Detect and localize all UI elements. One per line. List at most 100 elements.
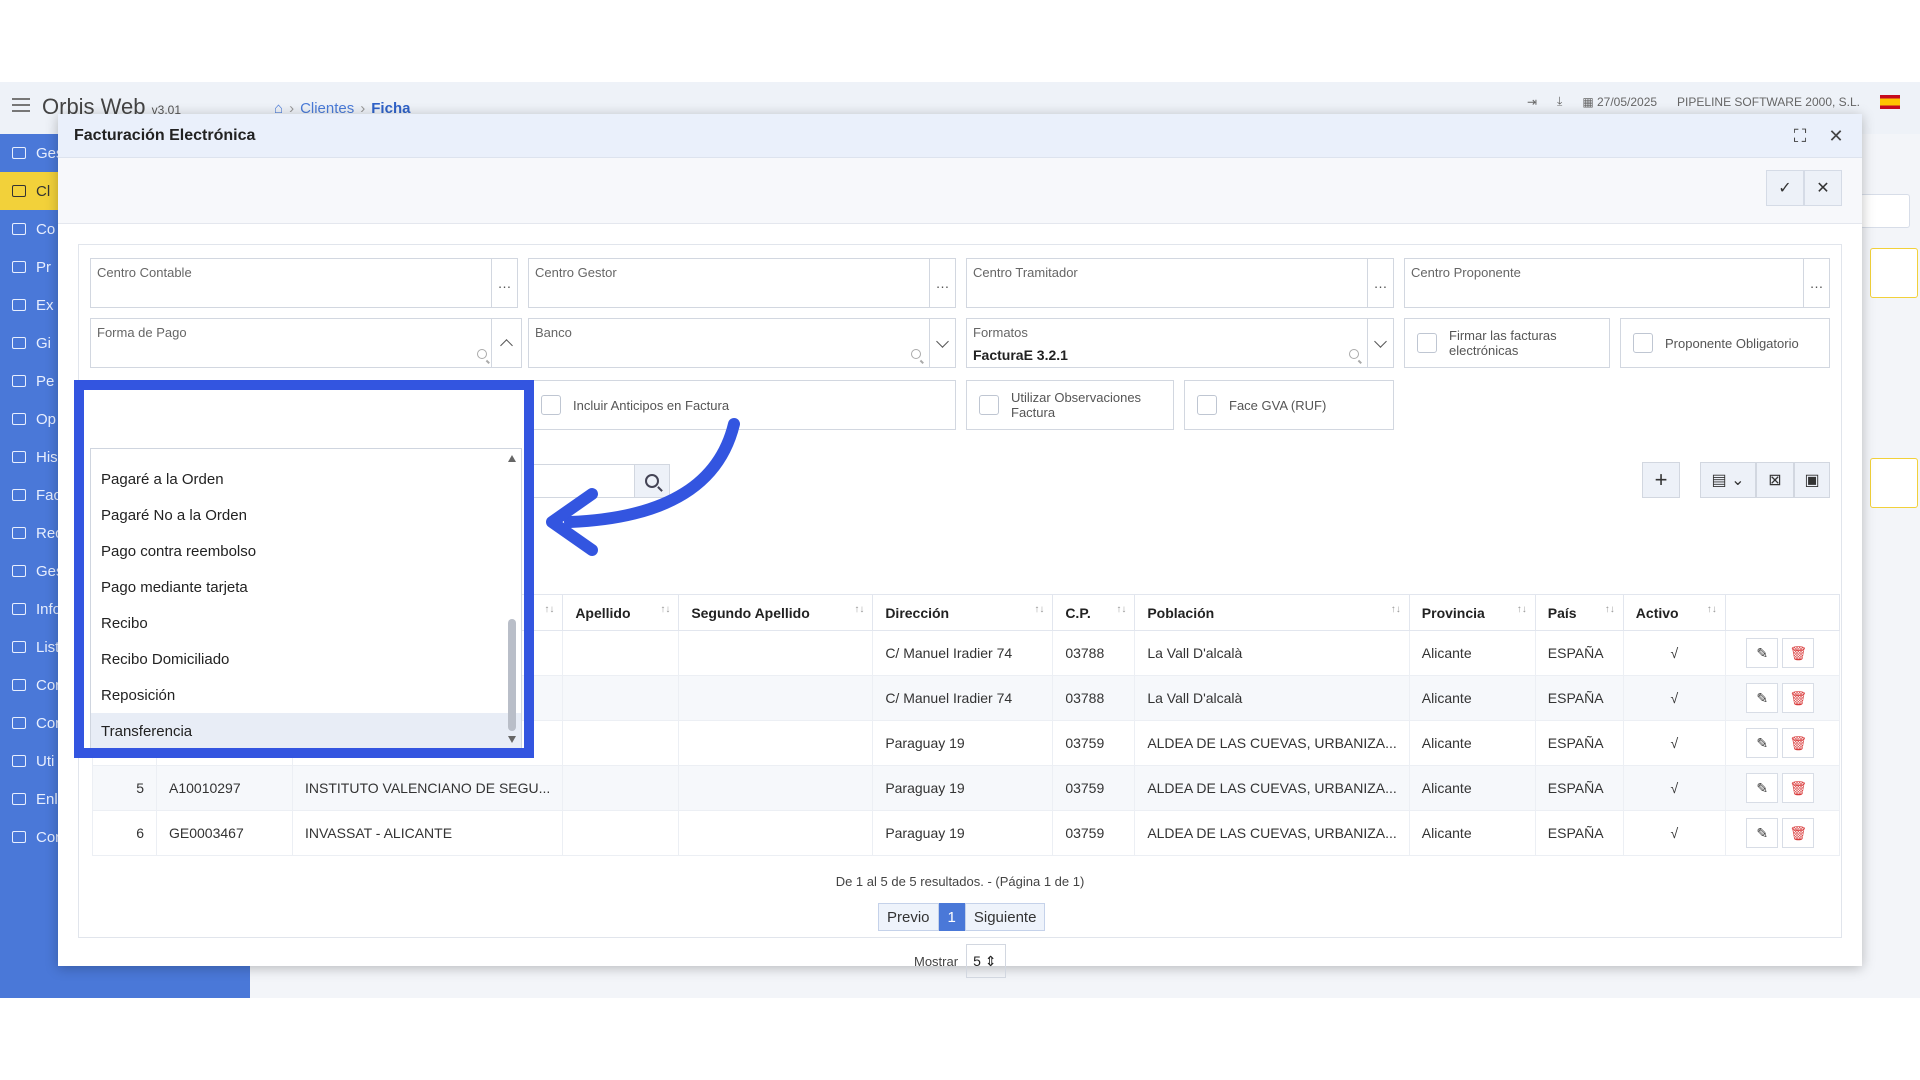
updown-icon: ⇕ <box>984 952 997 969</box>
more-icon[interactable]: … <box>1367 259 1393 307</box>
table-cell <box>678 810 874 856</box>
dropdown-option[interactable]: Transferencia <box>91 713 521 749</box>
sidebar-item-label: Uti <box>36 752 55 770</box>
sort-icon[interactable]: ↑↓ <box>544 604 554 615</box>
maximize-icon[interactable]: ⛶ <box>1788 124 1812 148</box>
sidebar-item-label: Ex <box>36 296 54 314</box>
edit-icon[interactable]: ✎ <box>1746 683 1779 713</box>
columns-button[interactable]: ▤ ⌄ <box>1700 462 1756 498</box>
edit-icon[interactable]: ✎ <box>1746 638 1779 668</box>
sort-icon[interactable]: ↑↓ <box>1517 604 1527 615</box>
chevron-up-icon[interactable] <box>491 319 521 367</box>
export-pdf-button[interactable]: ▣ <box>1794 462 1830 498</box>
table-row[interactable]: 6 GE0003467 INVASSAT - ALICANTE Paraguay 19… <box>92 810 1840 856</box>
export-excel-button[interactable]: ⊠ <box>1756 462 1794 498</box>
table-search-input[interactable] <box>528 464 636 498</box>
centro-tramitador-field[interactable]: Centro Tramitador … <box>966 258 1394 308</box>
prev-page-button[interactable]: Previo <box>878 903 939 931</box>
firmar-checkbox-field[interactable]: Firmar las facturas electrónicas <box>1404 318 1610 368</box>
close-icon[interactable]: ✕ <box>1824 124 1848 148</box>
forma-pago-field[interactable]: Forma de Pago <box>90 318 522 368</box>
face-gva-field[interactable]: Face GVA (RUF) <box>1184 380 1394 430</box>
incluir-anticipos-field[interactable]: Incluir Anticipos en Factura <box>528 380 956 430</box>
dropdown-option[interactable]: Pagaré No a la Orden <box>91 497 521 533</box>
sort-icon[interactable]: ↑↓ <box>854 604 864 615</box>
col-header-cp[interactable]: C.P. ↑↓ <box>1052 594 1136 631</box>
edit-icon[interactable]: ✎ <box>1746 818 1779 848</box>
delete-icon[interactable]: 🗑 <box>1782 638 1815 668</box>
add-button[interactable]: + <box>1642 462 1680 498</box>
download-icon[interactable]: ⤓ <box>1557 94 1562 109</box>
dropdown-option[interactable]: Pago mediante tarjeta <box>91 569 521 605</box>
formatos-field[interactable]: Formatos FacturaE 3.2.1 <box>966 318 1394 368</box>
formatos-value: FacturaE 3.2.1 <box>973 347 1068 363</box>
search-icon <box>911 349 921 359</box>
dropdown-option[interactable]: Pago contra reembolso <box>91 533 521 569</box>
table-cell <box>678 720 874 766</box>
scroll-down-icon[interactable] <box>508 736 516 743</box>
face-gva-checkbox[interactable] <box>1197 395 1217 415</box>
next-page-button[interactable]: Siguiente <box>964 903 1046 931</box>
proponente-label: Proponente Obligatorio <box>1665 335 1799 351</box>
delete-icon[interactable]: 🗑 <box>1782 683 1815 713</box>
proponente-checkbox[interactable] <box>1633 333 1653 353</box>
incluir-anticipos-checkbox[interactable] <box>541 395 561 415</box>
scroll-thumb[interactable] <box>508 619 516 731</box>
edit-icon[interactable]: ✎ <box>1746 728 1779 758</box>
col-header-provincia[interactable]: Provincia ↑↓ <box>1408 594 1536 631</box>
search-button[interactable] <box>634 464 670 498</box>
table-row[interactable]: 5 A10010297 INSTITUTO VALENCIANO DE SEGU..… <box>92 765 1840 811</box>
utilizar-observaciones-checkbox[interactable] <box>979 395 999 415</box>
search-icon <box>477 349 487 359</box>
delete-icon[interactable]: 🗑 <box>1782 818 1815 848</box>
sort-icon[interactable]: ↑↓ <box>1116 604 1126 615</box>
cancel-button[interactable]: ✕ <box>1804 170 1842 206</box>
col-header-direccion[interactable]: Dirección ↑↓ <box>872 594 1054 631</box>
centro-gestor-field[interactable]: Centro Gestor … <box>528 258 956 308</box>
col-header-activo[interactable]: Activo ↑↓ <box>1622 594 1726 631</box>
more-icon[interactable]: … <box>929 259 955 307</box>
delete-icon[interactable]: 🗑 <box>1782 773 1815 803</box>
login-icon[interactable]: ⇥ <box>1527 95 1537 109</box>
confirm-button[interactable]: ✓ <box>1766 170 1804 206</box>
dropdown-option[interactable]: Pagaré a la Orden <box>91 461 521 497</box>
centro-contable-field[interactable]: Centro Contable … <box>90 258 518 308</box>
menu-item-icon <box>12 831 26 843</box>
centro-proponente-field[interactable]: Centro Proponente … <box>1404 258 1830 308</box>
menu-item-icon <box>12 793 26 805</box>
firmar-checkbox[interactable] <box>1417 333 1437 353</box>
edit-icon[interactable]: ✎ <box>1746 773 1779 803</box>
sort-icon[interactable]: ↑↓ <box>1391 604 1401 615</box>
more-icon[interactable]: … <box>1803 259 1829 307</box>
more-icon[interactable]: … <box>491 259 517 307</box>
utilizar-observaciones-field[interactable]: Utilizar Observaciones Factura <box>966 380 1174 430</box>
sort-icon[interactable]: ↑↓ <box>1605 604 1615 615</box>
scroll-up-icon[interactable] <box>508 455 516 462</box>
row-actions: ✎ 🗑 <box>1724 720 1840 766</box>
table-cell: ALDEA DE LAS CUEVAS, URBANIZA... <box>1134 765 1410 811</box>
firmar-label: Firmar las facturas electrónicas <box>1449 328 1557 358</box>
chevron-down-icon[interactable] <box>1367 319 1393 367</box>
menu-icon[interactable] <box>12 98 30 112</box>
dropdown-option[interactable]: Recibo <box>91 605 521 641</box>
banco-field[interactable]: Banco <box>528 318 956 368</box>
dropdown-option[interactable]: Recibo Domiciliado <box>91 641 521 677</box>
col-header-apellido[interactable]: Apellido ↑↓ <box>562 594 680 631</box>
proponente-checkbox-field[interactable]: Proponente Obligatorio <box>1620 318 1830 368</box>
table-cell: √ <box>1622 630 1726 676</box>
table-cell <box>562 720 680 766</box>
delete-icon[interactable]: 🗑 <box>1782 728 1815 758</box>
chevron-down-icon[interactable] <box>929 319 955 367</box>
sort-icon[interactable]: ↑↓ <box>1707 604 1717 615</box>
sort-icon[interactable]: ↑↓ <box>660 604 670 615</box>
table-cell: Alicante <box>1408 765 1536 811</box>
dropdown-scrollbar[interactable] <box>507 449 517 749</box>
dropdown-option[interactable]: Reposición <box>91 677 521 713</box>
page-1-button[interactable]: 1 <box>938 903 965 931</box>
col-header-pais[interactable]: País ↑↓ <box>1534 594 1624 631</box>
sort-icon[interactable]: ↑↓ <box>1034 604 1044 615</box>
col-header-segundo-apellido[interactable]: Segundo Apellido ↑↓ <box>678 594 874 631</box>
page-size-select[interactable]: 5 ⇕ <box>966 944 1007 978</box>
col-header-poblacion[interactable]: Población ↑↓ <box>1134 594 1410 631</box>
spain-flag-icon[interactable] <box>1880 94 1900 109</box>
